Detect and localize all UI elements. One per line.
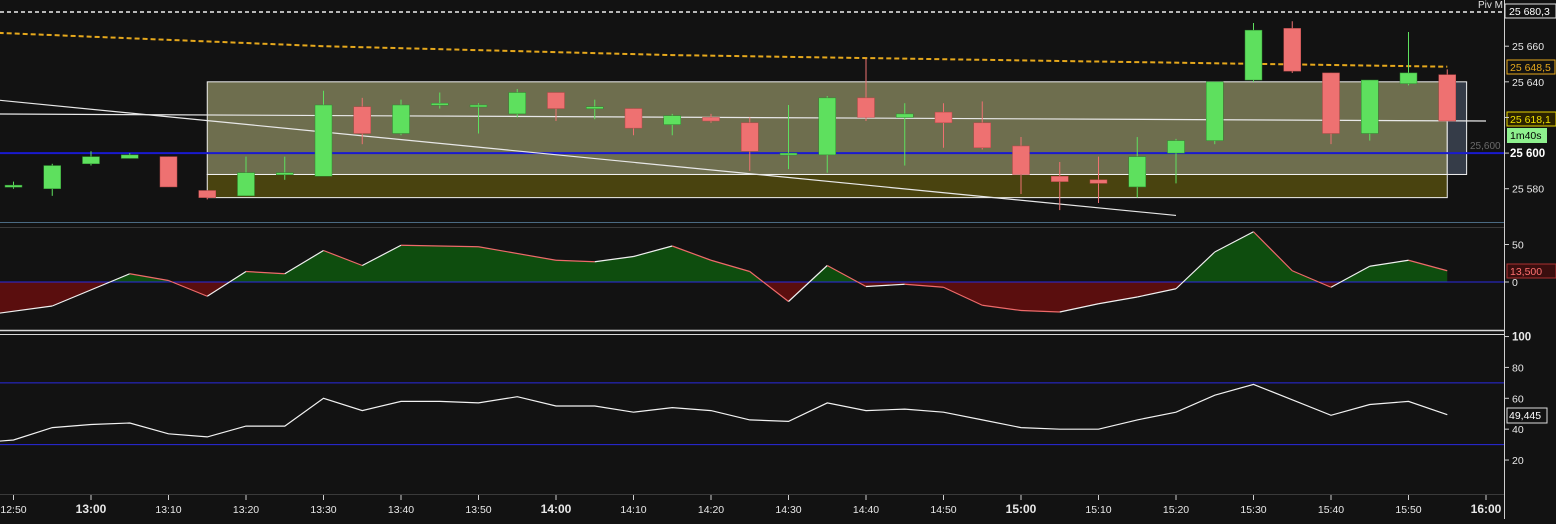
zone-rect-bottom[interactable] <box>206 173 1448 199</box>
candle-body <box>663 115 681 125</box>
candle-body <box>121 154 139 159</box>
time-tick-label: 15:10 <box>1085 504 1111 516</box>
rsi-tick-label: 60 <box>1512 393 1524 405</box>
price-tick-label: 25 640 <box>1512 77 1544 89</box>
time-tick-label: 15:20 <box>1163 504 1189 516</box>
candle-body <box>1012 145 1030 175</box>
candle-body <box>198 190 216 198</box>
time-tick-label: 15:30 <box>1240 504 1266 516</box>
candle-15:40 <box>1322 72 1340 145</box>
time-tick-label: 16:00 <box>1471 502 1502 516</box>
rsi-tick-label: 80 <box>1512 362 1524 374</box>
price-zones <box>206 81 1468 199</box>
time-tick-label: 13:30 <box>310 504 336 516</box>
candle-body <box>1128 156 1146 188</box>
candle-body <box>586 106 604 110</box>
price-tick-label: 25 580 <box>1512 184 1544 196</box>
candle-15:30 <box>1244 23 1263 82</box>
candle-body <box>973 122 991 148</box>
time-tick-label: 15:00 <box>1006 502 1037 516</box>
candle-body <box>624 108 643 129</box>
time-tick-label: 14:40 <box>853 504 879 516</box>
candle-body <box>82 156 100 165</box>
candle-13:10 <box>159 156 178 188</box>
candle-13:40 <box>392 99 410 136</box>
time-tick-label: 13:50 <box>465 504 491 516</box>
last-price-label: 25 618,1 <box>1510 114 1551 126</box>
candle-body <box>159 156 178 188</box>
rsi-value-label: 49,445 <box>1509 410 1541 422</box>
rsi-tick-label: 20 <box>1512 455 1524 467</box>
candle-body <box>934 111 953 124</box>
candle-body <box>741 122 759 152</box>
candle-body <box>1361 79 1379 134</box>
candle-15:25 <box>1206 81 1224 145</box>
time-tick-label: 14:10 <box>620 504 646 516</box>
candle-body <box>276 172 294 175</box>
time-tick-label: 14:20 <box>698 504 724 516</box>
candle-body <box>896 113 914 118</box>
time-tick-label: 15:50 <box>1395 504 1421 516</box>
time-tick-label: 13:40 <box>388 504 414 516</box>
hline-label: 25 600 <box>1510 148 1545 160</box>
osc-tick-label: 50 <box>1512 240 1524 252</box>
candle-13:55 <box>508 88 526 118</box>
trading-chart[interactable]: Piv M 25 680,3 25 648,5 25 618,1 1m40s 2… <box>0 0 1556 519</box>
candle-body <box>353 106 371 134</box>
osc-tick-label: 0 <box>1512 277 1518 289</box>
candle-body <box>508 92 526 115</box>
candle-15:45 <box>1361 79 1379 141</box>
candle-body <box>314 104 333 177</box>
rsi-tick-label: 40 <box>1512 424 1524 436</box>
candle-15:35 <box>1283 21 1301 73</box>
candle-body <box>857 97 875 118</box>
candle-body <box>1244 29 1263 81</box>
pivot-value-label: 25 680,3 <box>1509 6 1550 18</box>
candle-body <box>392 104 410 134</box>
candle-body <box>1206 81 1224 141</box>
time-tick-label: 13:00 <box>76 502 107 516</box>
candle-body <box>547 92 565 109</box>
price-tick-label: 25 660 <box>1512 41 1544 53</box>
ma-value-label: 25 648,5 <box>1510 62 1551 74</box>
candle-body <box>1089 179 1108 184</box>
time-tick-label: 13:10 <box>155 504 181 516</box>
candle-body <box>431 102 449 106</box>
candle-body <box>1438 74 1456 122</box>
time-tick-label: 14:00 <box>541 502 572 516</box>
time-tick-label: 15:40 <box>1318 504 1344 516</box>
hline-faint-label: 25,600 <box>1470 141 1501 152</box>
time-tick-label: 14:30 <box>775 504 801 516</box>
candle-body <box>469 104 488 108</box>
timer-label: 1m40s <box>1510 130 1542 142</box>
pivot-label: Piv M <box>1478 0 1503 11</box>
candle-body <box>779 152 798 156</box>
candle-body <box>43 165 61 189</box>
candle-body <box>1283 28 1301 72</box>
time-tick-label: 13:20 <box>233 504 259 516</box>
time-tick-label: 14:50 <box>930 504 956 516</box>
candle-body <box>1167 140 1185 154</box>
candle-body <box>818 97 836 156</box>
candle-body <box>1399 72 1418 84</box>
chart-canvas[interactable]: Piv M 25 680,3 25 648,5 25 618,1 1m40s 2… <box>0 0 1556 519</box>
rsi-tick-label: 100 <box>1512 332 1531 344</box>
candle-body <box>1051 175 1069 182</box>
candle-15:55 <box>1438 69 1456 122</box>
candle-body <box>702 117 720 122</box>
candle-body <box>237 172 255 197</box>
time-tick-label: 12:50 <box>0 504 26 516</box>
candle-body <box>1322 72 1340 134</box>
candle-body <box>4 184 23 188</box>
